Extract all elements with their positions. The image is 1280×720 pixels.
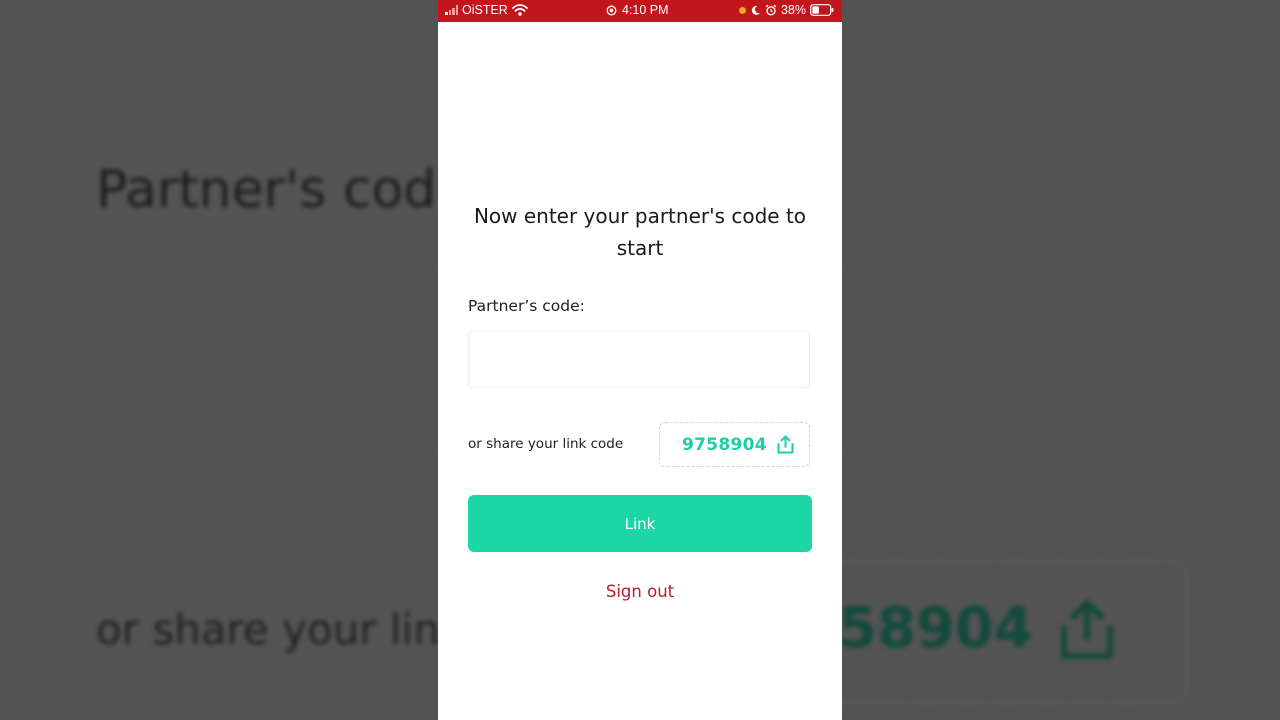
moon-icon: [751, 5, 760, 15]
status-left: OiSTER: [445, 3, 528, 17]
status-time: 4:10 PM: [622, 3, 669, 17]
phone-screen: OiSTER 4:10 PM 38% Now enter your partne…: [438, 0, 842, 720]
location-icon: [606, 5, 617, 15]
battery-icon: [810, 4, 834, 16]
status-center: 4:10 PM: [606, 3, 669, 17]
alarm-icon: [765, 4, 777, 16]
share-link-text: or share your link code: [468, 436, 624, 452]
background-share-text: or share your lin: [96, 605, 440, 654]
status-right: 38%: [738, 3, 834, 17]
background-title: Partner's cod: [96, 160, 437, 220]
share-code-button[interactable]: 9758904: [659, 422, 810, 467]
background-share-icon: [1061, 600, 1113, 659]
share-icon: [777, 435, 794, 454]
link-code: 9758904: [682, 434, 767, 455]
background-code: 58904: [838, 596, 1033, 661]
page-heading: Now enter your partner's code to start: [473, 204, 807, 260]
carrier-name: OiSTER: [462, 3, 508, 17]
recording-dot-icon: [738, 6, 746, 14]
battery-percent: 38%: [780, 3, 806, 17]
wifi-icon: [511, 4, 528, 16]
sign-out-link[interactable]: Sign out: [438, 582, 842, 601]
link-button[interactable]: Link: [468, 495, 812, 552]
signal-icon: [445, 5, 458, 15]
partner-code-input[interactable]: [468, 331, 810, 388]
partner-code-label: Partner’s code:: [468, 297, 585, 315]
status-bar: OiSTER 4:10 PM 38%: [438, 0, 842, 22]
